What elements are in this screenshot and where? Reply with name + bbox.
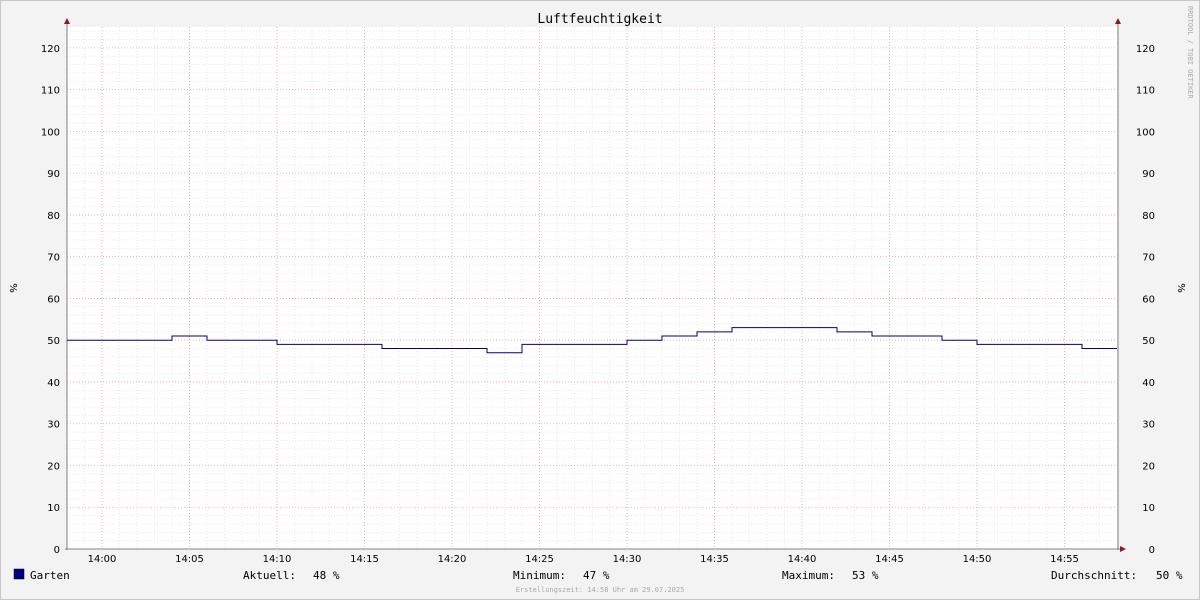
y-tick-label-right: 0 xyxy=(1149,545,1155,556)
x-tick-label: 14:40 xyxy=(788,554,817,565)
y-axis-right-arrow xyxy=(1115,18,1121,24)
y-tick-label-right: 120 xyxy=(1136,44,1155,55)
y-tick-label-left: 100 xyxy=(41,127,60,138)
y-tick-labels-left: 0 10 20 30 40 50 60 70 80 90 100 110 120 xyxy=(41,44,60,556)
rrdtool-watermark: RRDTOOL / TOBI OETIKER xyxy=(1186,6,1194,100)
y-tick-label-right: 110 xyxy=(1136,86,1155,97)
y-tick-label-left: 40 xyxy=(47,378,60,389)
y-tick-label-left: 50 xyxy=(47,336,60,347)
legend-swatch-garten xyxy=(13,568,25,580)
y-tick-label-left: 90 xyxy=(47,169,60,180)
chart-title: Luftfeuchtigkeit xyxy=(537,12,662,27)
x-tick-label: 14:25 xyxy=(525,554,554,565)
y-tick-label-left: 70 xyxy=(47,253,60,264)
x-tick-label: 14:35 xyxy=(700,554,729,565)
x-tick-label: 14:55 xyxy=(1050,554,1079,565)
y-tick-label-left: 20 xyxy=(47,461,60,472)
y-tick-label-right: 70 xyxy=(1142,253,1155,264)
x-tick-label: 14:20 xyxy=(438,554,467,565)
y-tick-label-left: 0 xyxy=(54,545,60,556)
y-tick-label-right: 20 xyxy=(1142,461,1155,472)
x-tick-label: 14:50 xyxy=(963,554,992,565)
x-tick-label: 14:00 xyxy=(88,554,117,565)
x-tick-label: 14:30 xyxy=(613,554,642,565)
y-tick-label-left: 10 xyxy=(47,503,60,514)
y-axis-label-left: % xyxy=(7,283,18,293)
legend-minimum-value: 47 % xyxy=(583,569,610,582)
y-tick-label-left: 30 xyxy=(47,420,60,431)
humidity-chart: 0 10 20 30 40 50 60 70 80 90 100 110 120 0 10 20 30 40 50… xyxy=(7,6,1194,594)
legend-maximum-label: Maximum: xyxy=(782,569,835,582)
legend-average-label: Durchschnitt: xyxy=(1051,569,1137,582)
legend-maximum-value: 53 % xyxy=(852,569,879,582)
x-tick-labels: 14:00 14:05 14:10 14:15 14:20 14:25 14:30 14:35… xyxy=(88,554,1079,565)
x-axis-arrow xyxy=(1120,546,1126,552)
legend-series-label: Garten xyxy=(30,569,70,582)
legend-current-value: 48 % xyxy=(313,569,340,582)
y-axis-label-right: % xyxy=(1175,283,1186,293)
y-tick-label-right: 10 xyxy=(1142,503,1155,514)
creation-time-footer: Erstellungszeit: 14:58 Uhr am 29.07.2025 xyxy=(516,586,685,594)
y-tick-labels-right: 0 10 20 30 40 50 60 70 80 90 100 110 120 xyxy=(1136,44,1155,556)
y-tick-label-right: 90 xyxy=(1142,169,1155,180)
x-tick-label: 14:15 xyxy=(350,554,379,565)
y-tick-label-left: 80 xyxy=(47,211,60,222)
legend-current-label: Aktuell: xyxy=(243,569,296,582)
y-tick-label-left: 60 xyxy=(47,294,60,305)
y-axis-left-arrow xyxy=(64,18,70,24)
y-tick-label-right: 40 xyxy=(1142,378,1155,389)
x-tick-label: 14:05 xyxy=(175,554,204,565)
y-tick-label-right: 60 xyxy=(1142,294,1155,305)
x-tick-label: 14:10 xyxy=(263,554,292,565)
y-tick-label-right: 30 xyxy=(1142,420,1155,431)
y-tick-label-right: 100 xyxy=(1136,127,1155,138)
y-tick-label-right: 50 xyxy=(1142,336,1155,347)
legend-minimum-label: Minimum: xyxy=(513,569,566,582)
y-tick-label-left: 120 xyxy=(41,44,60,55)
legend-average-value: 50 % xyxy=(1156,569,1183,582)
x-tick-label: 14:45 xyxy=(875,554,904,565)
y-tick-label-right: 80 xyxy=(1142,211,1155,222)
y-tick-label-left: 110 xyxy=(41,86,60,97)
